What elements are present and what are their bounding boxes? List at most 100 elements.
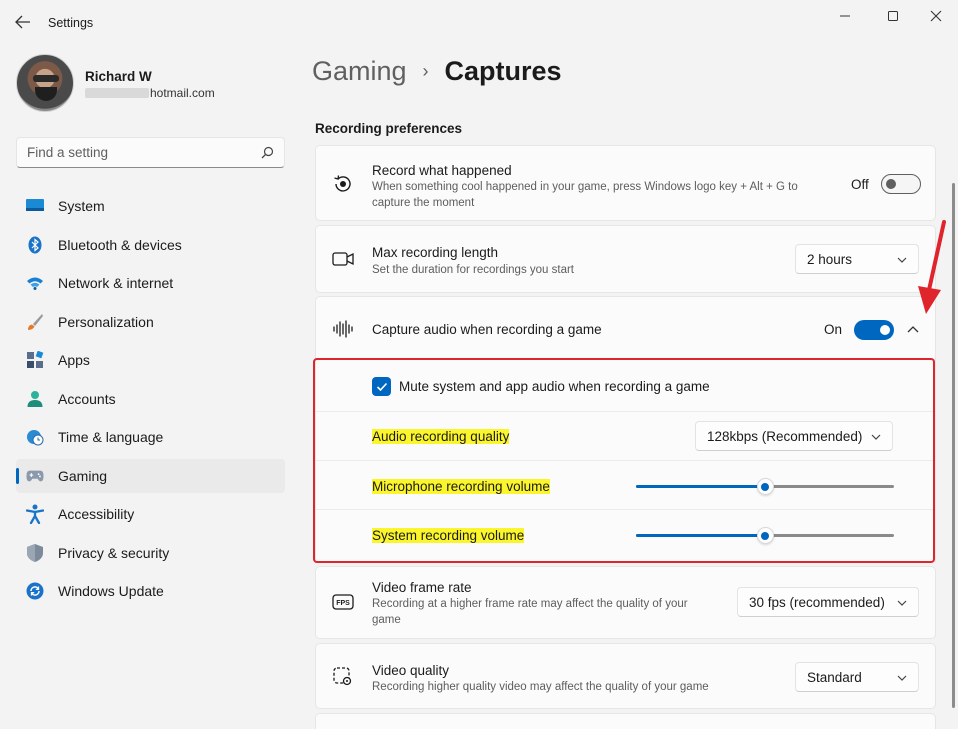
audio-waveform-icon <box>332 318 354 340</box>
brush-icon <box>26 313 44 331</box>
checkmark-icon <box>376 382 387 391</box>
dropdown-value: 2 hours <box>807 251 853 267</box>
capture-audio-options: Mute system and app audio when recording… <box>315 359 936 562</box>
title-bar: Settings <box>0 0 958 46</box>
record-what-happened-toggle[interactable] <box>881 174 921 194</box>
max-recording-length-dropdown[interactable]: 2 hours <box>795 244 919 274</box>
video-quality-card: Video quality Recording higher quality v… <box>315 643 936 709</box>
fps-icon: FPS <box>332 591 354 613</box>
sidebar-item-system[interactable]: System <box>16 189 285 223</box>
microphone-volume-slider[interactable] <box>636 478 894 495</box>
sidebar-item-windows-update[interactable]: Windows Update <box>16 574 285 608</box>
microphone-volume-label: Microphone recording volume <box>372 479 550 494</box>
video-quality-dropdown[interactable]: Standard <box>795 662 919 692</box>
sidebar-item-label: Gaming <box>58 467 108 484</box>
scrollbar[interactable] <box>952 183 955 708</box>
mute-audio-label: Mute system and app audio when recording… <box>399 379 710 394</box>
search-box[interactable] <box>16 137 285 168</box>
sidebar-item-time-language[interactable]: Time & language <box>16 420 285 454</box>
avatar <box>16 54 74 112</box>
audio-quality-dropdown[interactable]: 128kbps (Recommended) <box>695 421 893 451</box>
system-volume-row: System recording volume <box>316 510 935 561</box>
system-volume-label: System recording volume <box>372 528 525 543</box>
apps-icon <box>26 351 44 369</box>
dropdown-value: Standard <box>807 669 862 685</box>
sidebar-item-personalization[interactable]: Personalization <box>16 305 285 339</box>
mute-audio-checkbox[interactable] <box>372 377 391 396</box>
section-title: Recording preferences <box>315 121 463 136</box>
sidebar-item-accounts[interactable]: Accounts <box>16 382 285 416</box>
sidebar-item-label: Personalization <box>58 313 154 330</box>
search-input[interactable] <box>17 138 257 167</box>
chevron-down-icon <box>897 675 907 681</box>
sidebar-item-apps[interactable]: Apps <box>16 343 285 377</box>
accessibility-icon <box>26 504 44 524</box>
microphone-volume-row: Microphone recording volume <box>316 461 935 510</box>
shield-icon <box>26 543 44 562</box>
maximize-icon[interactable] <box>878 6 908 26</box>
system-icon <box>26 197 44 215</box>
capture-audio-toggle[interactable] <box>854 320 894 340</box>
audio-quality-row: Audio recording quality 128kbps (Recomme… <box>316 412 935 461</box>
slider-thumb[interactable] <box>756 527 774 544</box>
minimize-icon[interactable] <box>830 6 860 26</box>
chevron-right-icon: › <box>422 61 429 81</box>
max-recording-length-description: Set the duration for recordings you star… <box>372 264 574 276</box>
wifi-icon <box>26 274 44 292</box>
record-icon <box>332 173 354 195</box>
close-icon[interactable] <box>921 6 951 26</box>
sidebar-item-label: Apps <box>58 352 90 368</box>
sidebar-item-bluetooth[interactable]: Bluetooth & devices <box>16 228 285 262</box>
sidebar-item-label: Bluetooth & devices <box>58 236 182 253</box>
sidebar-nav: System Bluetooth & devices Network & int… <box>16 189 285 613</box>
system-volume-slider[interactable] <box>636 527 894 544</box>
sidebar-item-label: System <box>58 198 105 214</box>
sidebar-item-label: Accessibility <box>58 506 135 522</box>
capture-audio-toggle-state: On <box>824 322 843 337</box>
video-camera-icon <box>332 248 354 270</box>
back-arrow-icon[interactable] <box>12 11 34 33</box>
slider-thumb[interactable] <box>756 478 774 495</box>
app-title: Settings <box>48 16 94 30</box>
sidebar-item-label: Network & internet <box>58 275 174 291</box>
svg-text:FPS: FPS <box>336 600 350 607</box>
mute-audio-row: Mute system and app audio when recording… <box>316 360 935 412</box>
video-frame-rate-dropdown[interactable]: 30 fps (recommended) <box>737 587 919 617</box>
sidebar-item-label: Time & language <box>58 429 164 445</box>
chevron-down-icon <box>897 600 907 606</box>
sidebar-item-label: Windows Update <box>58 583 164 599</box>
video-frame-rate-description: Recording at a higher frame rate may aff… <box>372 598 688 626</box>
next-setting-card <box>315 713 936 729</box>
video-frame-rate-card: FPS Video frame rate Recording at a high… <box>315 566 936 639</box>
page-title: Captures <box>444 56 562 86</box>
sidebar-item-label: Accounts <box>58 390 116 407</box>
sidebar-item-privacy-security[interactable]: Privacy & security <box>16 536 285 570</box>
record-what-happened-card: Record what happened When something cool… <box>315 145 936 221</box>
max-recording-length-card: Max recording length Set the duration fo… <box>315 225 936 293</box>
sidebar-item-network[interactable]: Network & internet <box>16 266 285 300</box>
sidebar-item-accessibility[interactable]: Accessibility <box>16 497 285 531</box>
email-redaction <box>85 88 149 98</box>
capture-audio-card[interactable]: Capture audio when recording a game On <box>315 296 936 362</box>
audio-quality-label: Audio recording quality <box>372 429 510 444</box>
record-what-happened-title: Record what happened <box>372 163 512 178</box>
gamepad-icon <box>26 467 44 485</box>
dropdown-value: 30 fps (recommended) <box>749 594 885 610</box>
chevron-down-icon <box>871 434 881 440</box>
record-toggle-state: Off <box>851 177 869 192</box>
user-email: hotmail.com <box>85 86 215 100</box>
dropdown-value: 128kbps (Recommended) <box>707 428 863 444</box>
video-quality-description: Recording higher quality video may affec… <box>372 681 709 693</box>
globe-clock-icon <box>26 428 44 446</box>
chevron-up-icon[interactable] <box>906 324 920 336</box>
breadcrumb: Gaming › Captures <box>312 56 562 87</box>
accounts-icon <box>26 390 44 408</box>
sidebar-item-gaming[interactable]: Gaming <box>16 458 285 493</box>
breadcrumb-parent[interactable]: Gaming <box>312 56 407 87</box>
annotation-arrow-icon <box>918 220 946 314</box>
search-icon[interactable] <box>261 146 274 159</box>
sidebar-item-label: Privacy & security <box>58 544 170 561</box>
update-icon <box>26 582 44 600</box>
record-what-happened-description: When something cool happened in your gam… <box>372 181 798 209</box>
max-recording-length-title: Max recording length <box>372 245 499 260</box>
